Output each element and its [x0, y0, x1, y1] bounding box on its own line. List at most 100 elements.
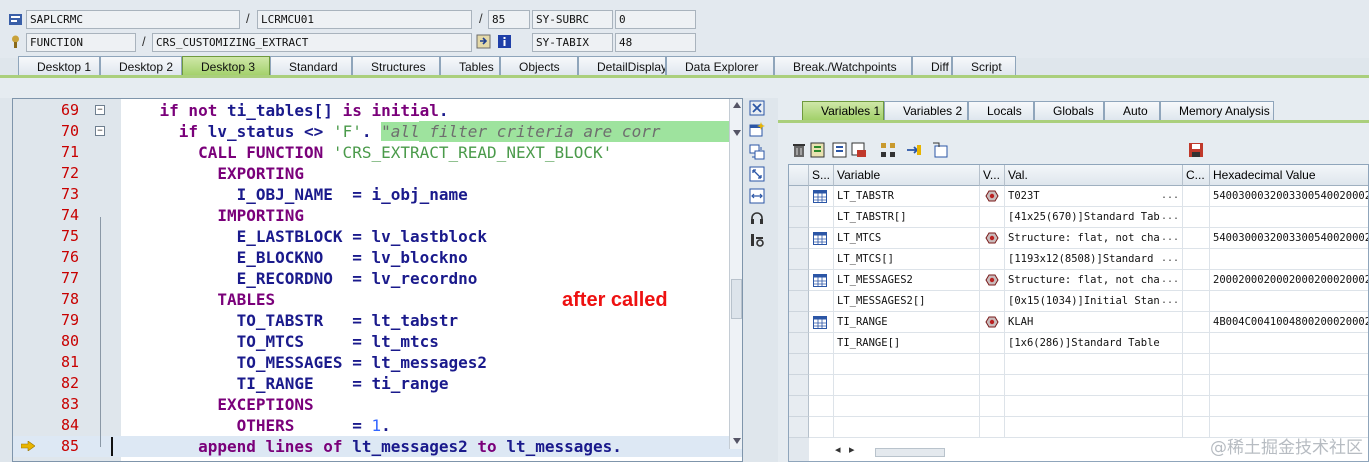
grid-cell-icon[interactable] — [809, 249, 834, 270]
row-selector[interactable] — [789, 249, 809, 270]
code-line[interactable]: 70 − if lv_status <> 'F'. "all filter cri… — [13, 121, 742, 142]
grid-cell-v[interactable] — [980, 186, 1005, 207]
grid-cell-value[interactable]: [1193x12(8508)]Standard... — [1005, 249, 1183, 270]
tab-diff[interactable]: Diff — [912, 56, 952, 77]
maximize-icon[interactable] — [749, 166, 765, 182]
more-ellipsis[interactable]: ... — [1161, 228, 1179, 248]
grid-cell-icon[interactable] — [809, 228, 834, 249]
grid-cell-c[interactable] — [1183, 312, 1210, 333]
code-line[interactable]: 69 − if not ti_tables[] is initial. — [13, 100, 742, 121]
swap-windows-icon[interactable] — [749, 144, 765, 160]
fold-toggle-icon[interactable]: − — [95, 126, 105, 136]
col-header-c[interactable]: C... — [1183, 165, 1210, 186]
grid-cell-v[interactable] — [980, 291, 1005, 312]
tab-objects[interactable]: Objects — [500, 56, 578, 77]
tab-memory-analysis[interactable]: Memory Analysis — [1160, 101, 1274, 121]
more-ellipsis[interactable]: ... — [1161, 186, 1179, 206]
grid-cell-value[interactable]: [41x25(670)]Standard Tab... — [1005, 207, 1183, 228]
row-selector[interactable] — [789, 396, 809, 417]
grid-cell-hex[interactable]: 5400300032003300540020002 — [1210, 228, 1368, 249]
row-selector[interactable] — [789, 354, 809, 375]
tab-desktop-2[interactable]: Desktop 2 — [100, 56, 182, 77]
grid-cell-hex[interactable]: 2000200020002000200020002 — [1210, 270, 1368, 291]
structure-tree-icon[interactable] — [880, 142, 896, 158]
value-change-icon[interactable] — [985, 232, 999, 244]
code-line[interactable]: 72 EXPORTING — [13, 163, 742, 184]
grid-cell-value[interactable]: Structure: flat, not cha... — [1005, 228, 1183, 249]
grid-cell-icon[interactable] — [809, 291, 834, 312]
grid-cell-value[interactable]: KLAH — [1005, 312, 1183, 333]
grid-cell-hex[interactable] — [1210, 333, 1368, 354]
grid-cell-variable[interactable]: TI_RANGE[] — [834, 333, 980, 354]
new-window-icon[interactable] — [749, 122, 765, 138]
code-line[interactable]: 79 TO_TABSTR = lt_tabstr — [13, 310, 742, 331]
grid-cell-c[interactable] — [1183, 249, 1210, 270]
tab-detail-display[interactable]: DetailDisplay — [578, 56, 666, 77]
more-ellipsis[interactable]: ... — [1161, 249, 1179, 269]
code-line[interactable]: 82 TI_RANGE = ti_range — [13, 373, 742, 394]
info-icon[interactable] — [497, 34, 512, 49]
more-ellipsis[interactable]: ... — [1161, 291, 1179, 311]
source-code-editor[interactable]: 69 − if not ti_tables[] is initial. 70 − if… — [12, 98, 743, 462]
grid-cell-c[interactable] — [1183, 291, 1210, 312]
grid-cell-variable[interactable]: LT_MTCS — [834, 228, 980, 249]
code-line[interactable]: 71 CALL FUNCTION 'CRS_EXTRACT_READ_NEXT_… — [13, 142, 742, 163]
grid-cell-icon[interactable] — [809, 312, 834, 333]
grid-cell-v[interactable] — [980, 312, 1005, 333]
row-selector[interactable] — [789, 417, 809, 438]
tab-standard[interactable]: Standard — [270, 56, 352, 77]
grid-cell-hex[interactable] — [1210, 249, 1368, 270]
col-header-hex[interactable]: Hexadecimal Value — [1210, 165, 1368, 186]
code-line[interactable]: 76 E_BLOCKNO = lv_blockno — [13, 247, 742, 268]
grid-cell-icon[interactable] — [809, 270, 834, 291]
load-variables-icon[interactable] — [832, 142, 848, 158]
tab-script[interactable]: Script — [952, 56, 1016, 77]
grid-cell-v[interactable] — [980, 228, 1005, 249]
code-line[interactable]: 80 TO_MTCS = lt_mtcs — [13, 331, 742, 352]
navigate-icon[interactable] — [476, 34, 491, 49]
grid-cell-variable[interactable]: LT_MESSAGES2 — [834, 270, 980, 291]
tab-data-explorer[interactable]: Data Explorer — [666, 56, 774, 77]
grid-cell-c[interactable] — [1183, 228, 1210, 249]
value-change-icon[interactable] — [985, 316, 999, 328]
code-line[interactable]: 77 E_RECORDNO = lv_recordno — [13, 268, 742, 289]
scroll-left-icon[interactable]: ◂ — [835, 443, 841, 456]
col-header-value[interactable]: Val. — [1005, 165, 1183, 186]
variables-grid[interactable]: S... Variable V... Val. C... Hexadecimal… — [788, 164, 1369, 462]
tab-break-watchpoints[interactable]: Break./Watchpoints — [774, 56, 912, 77]
grid-scroll-thumb[interactable] — [875, 448, 945, 457]
code-line[interactable]: 73 I_OBJ_NAME = i_obj_name — [13, 184, 742, 205]
code-line[interactable]: 75 E_LASTBLOCK = lv_lastblock — [13, 226, 742, 247]
grid-cell-c[interactable] — [1183, 333, 1210, 354]
tab-variables-1[interactable]: Variables 1 — [802, 101, 884, 121]
scroll-thumb[interactable] — [731, 279, 742, 319]
more-ellipsis[interactable]: ... — [1161, 207, 1179, 227]
code-line[interactable]: 81 TO_MESSAGES = lt_messages2 — [13, 352, 742, 373]
row-selector[interactable] — [789, 375, 809, 396]
tab-variables-2[interactable]: Variables 2 — [884, 101, 968, 121]
tab-locals[interactable]: Locals — [968, 101, 1034, 121]
grid-cell-c[interactable] — [1183, 186, 1210, 207]
grid-cell-c[interactable] — [1183, 207, 1210, 228]
grid-cell-icon[interactable] — [809, 186, 834, 207]
grid-cell-hex[interactable] — [1210, 291, 1368, 312]
code-line[interactable]: 85 append lines of lt_messages2 to lt_me… — [13, 436, 742, 457]
tab-globals[interactable]: Globals — [1034, 101, 1104, 121]
headset-icon[interactable] — [749, 210, 765, 226]
grid-cell-v[interactable] — [980, 333, 1005, 354]
grid-cell-variable[interactable]: LT_MTCS[] — [834, 249, 980, 270]
scroll-down-icon[interactable] — [732, 437, 742, 445]
grid-cell-c[interactable] — [1183, 270, 1210, 291]
scroll-up-icon[interactable] — [732, 101, 742, 109]
value-change-icon[interactable] — [985, 274, 999, 286]
tab-desktop-1[interactable]: Desktop 1 — [18, 56, 100, 77]
col-header-s[interactable]: S... — [809, 165, 834, 186]
grid-cell-v[interactable] — [980, 249, 1005, 270]
grid-cell-variable[interactable]: LT_TABSTR[] — [834, 207, 980, 228]
grid-cell-value[interactable]: T023T... — [1005, 186, 1183, 207]
col-header-variable[interactable]: Variable — [834, 165, 980, 186]
grid-cell-variable[interactable]: TI_RANGE — [834, 312, 980, 333]
row-selector[interactable] — [789, 270, 809, 291]
tab-auto[interactable]: Auto — [1104, 101, 1160, 121]
row-selector[interactable] — [789, 228, 809, 249]
